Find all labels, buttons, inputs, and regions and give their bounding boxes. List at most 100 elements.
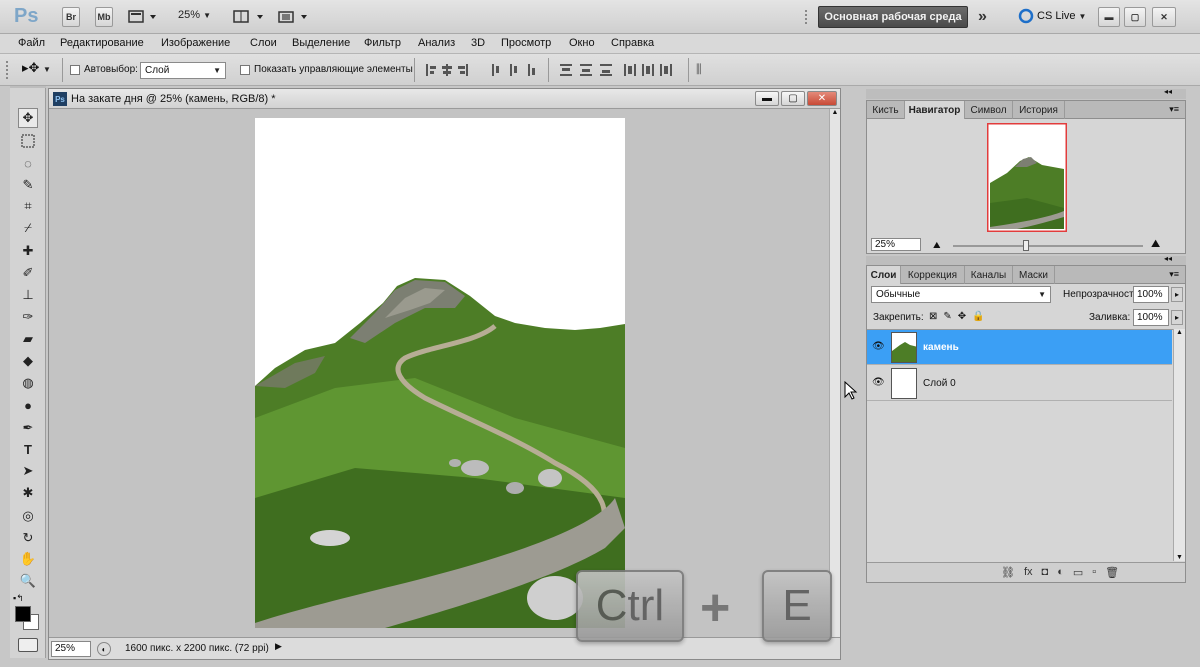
autoselect-checkbox[interactable] xyxy=(70,64,80,75)
panel-menu-icon[interactable]: ▾≡ xyxy=(1169,269,1179,280)
status-info-icon[interactable]: ◐ xyxy=(97,642,111,656)
blur-tool-icon[interactable]: ◍ xyxy=(18,373,38,393)
doc-zoom-field[interactable]: 25% xyxy=(51,641,91,657)
eraser-tool-icon[interactable]: ▰ xyxy=(18,329,38,349)
brush-tool-icon[interactable]: ✐ xyxy=(18,263,38,283)
type-tool-icon[interactable]: T xyxy=(18,439,38,459)
link-layers-icon[interactable]: ⛓ xyxy=(1001,566,1015,579)
zoom-level-select[interactable]: 25% ▼ xyxy=(178,9,211,21)
healing-brush-tool-icon[interactable]: ✚ xyxy=(18,241,38,261)
collapse-panels-icon[interactable]: ◂◂ xyxy=(1164,254,1172,263)
tab-character[interactable]: Символ xyxy=(965,101,1013,119)
zoom-tool-icon[interactable]: 🔍 xyxy=(18,571,38,591)
close-app-button[interactable]: ✕ xyxy=(1152,7,1176,27)
fill-field[interactable]: 100% xyxy=(1133,309,1169,326)
visibility-eye-icon[interactable]: 👁 xyxy=(872,341,886,353)
tab-channels[interactable]: Каналы xyxy=(965,266,1013,284)
visibility-eye-icon[interactable]: 👁 xyxy=(872,377,886,389)
layer-row-layer0[interactable]: 👁 Слой 0 xyxy=(867,366,1172,401)
menu-file[interactable]: Файл xyxy=(18,37,45,49)
tab-layers[interactable]: Слои xyxy=(867,266,901,284)
menu-view[interactable]: Просмотр xyxy=(501,37,551,49)
tab-navigator[interactable]: Навигатор xyxy=(905,101,965,119)
mini-bridge-button[interactable]: Mb xyxy=(95,7,113,27)
show-transform-controls-checkbox[interactable] xyxy=(240,64,250,75)
navigator-preview[interactable] xyxy=(987,123,1067,232)
menu-select[interactable]: Выделение xyxy=(292,37,350,49)
menu-filter[interactable]: Фильтр xyxy=(364,37,401,49)
menu-window[interactable]: Окно xyxy=(569,37,595,49)
maximize-app-button[interactable]: ▢ xyxy=(1124,7,1146,27)
lasso-tool-icon[interactable]: ◌ xyxy=(18,153,38,173)
quick-mask-icon[interactable] xyxy=(18,638,38,652)
lock-all-icon[interactable]: 🔒 xyxy=(972,311,984,322)
add-mask-icon[interactable]: ◘ xyxy=(1042,566,1049,579)
path-selection-tool-icon[interactable]: ➤ xyxy=(18,461,38,481)
tab-masks[interactable]: Маски xyxy=(1013,266,1055,284)
opacity-field[interactable]: 100% xyxy=(1133,286,1169,303)
lock-pixels-icon[interactable]: ✎ xyxy=(943,311,951,322)
menu-analysis[interactable]: Анализ xyxy=(418,37,455,49)
dodge-tool-icon[interactable]: ● xyxy=(18,395,38,415)
navigator-zoom-field[interactable]: 25% xyxy=(871,238,921,251)
image-canvas[interactable] xyxy=(255,118,625,628)
foreground-color-swatch[interactable] xyxy=(15,606,31,622)
menu-edit[interactable]: Редактирование xyxy=(60,37,144,49)
status-menu-arrow-icon[interactable]: ▶ xyxy=(275,641,287,657)
opacity-slider-arrow-icon[interactable]: ▸ xyxy=(1171,287,1183,302)
canvas-area[interactable] xyxy=(49,109,858,637)
minimize-app-button[interactable]: ▬ xyxy=(1098,7,1120,27)
tab-adjustments[interactable]: Коррекция xyxy=(901,266,965,284)
panel-menu-icon[interactable]: ▾≡ xyxy=(1169,104,1179,115)
more-workspaces-icon[interactable]: » xyxy=(978,8,987,26)
menu-3d[interactable]: 3D xyxy=(471,37,485,49)
align-distribute-buttons[interactable] xyxy=(424,62,694,78)
new-layer-icon[interactable]: ▫ xyxy=(1092,566,1096,579)
lock-transparency-icon[interactable]: ⊠ xyxy=(929,311,937,322)
move-tool-icon[interactable]: ✥ xyxy=(18,108,38,128)
clone-stamp-tool-icon[interactable]: ⊥ xyxy=(18,285,38,305)
menu-help[interactable]: Справка xyxy=(611,37,654,49)
new-adjustment-layer-icon[interactable]: ◐ xyxy=(1057,566,1064,579)
doc-maximize-button[interactable]: ▢ xyxy=(781,91,805,106)
hand-tool-icon[interactable]: ✋ xyxy=(18,549,38,569)
zoom-in-icon[interactable]: ⛰ xyxy=(1151,238,1160,251)
layer-row-stone[interactable]: 👁 камень xyxy=(867,330,1172,365)
zoom-slider-handle[interactable] xyxy=(1023,240,1029,251)
quick-selection-tool-icon[interactable]: ✎ xyxy=(18,175,38,195)
doc-close-button[interactable]: ✕ xyxy=(807,91,837,106)
vertical-scrollbar[interactable]: ▲ xyxy=(829,109,840,637)
menu-image[interactable]: Изображение xyxy=(161,37,230,49)
new-group-icon[interactable]: ▭ xyxy=(1073,566,1083,579)
delete-layer-icon[interactable]: 🗑 xyxy=(1105,566,1119,579)
autoselect-target-select[interactable]: Слой ▼ xyxy=(140,62,226,79)
3d-orbit-tool-icon[interactable]: ↻ xyxy=(18,528,38,548)
scroll-up-icon[interactable]: ▲ xyxy=(830,109,840,116)
view-extras-button[interactable] xyxy=(128,9,158,25)
arrange-documents-button[interactable] xyxy=(233,9,267,25)
blend-mode-select[interactable]: Обычные ▼ xyxy=(871,286,1051,303)
layer-style-icon[interactable]: fx xyxy=(1024,566,1033,579)
lock-position-icon[interactable]: ✥ xyxy=(958,311,966,322)
tab-history[interactable]: История xyxy=(1013,101,1065,119)
custom-shape-tool-icon[interactable]: ✱ xyxy=(18,483,38,503)
marquee-tool-icon[interactable] xyxy=(18,131,38,151)
eyedropper-tool-icon[interactable]: ⌿ xyxy=(18,218,38,238)
scroll-down-icon[interactable]: ▼ xyxy=(1174,554,1185,561)
screen-mode-button[interactable] xyxy=(277,9,311,25)
workspace-switcher-button[interactable]: Основная рабочая среда xyxy=(818,6,968,28)
history-brush-tool-icon[interactable]: ✑ xyxy=(18,307,38,327)
tab-brush[interactable]: Кисть xyxy=(867,101,905,119)
3d-rotate-tool-icon[interactable]: ◎ xyxy=(18,506,38,526)
cs-live-menu[interactable]: CS Live ▼ xyxy=(1018,8,1086,24)
default-colors-icon[interactable]: ▪↰ xyxy=(13,593,24,604)
doc-minimize-button[interactable]: ▬ xyxy=(755,91,779,106)
layers-scrollbar[interactable]: ▲ ▼ xyxy=(1173,329,1185,561)
tool-preset-picker[interactable]: ▸✥ ▼ xyxy=(22,60,58,80)
paint-bucket-tool-icon[interactable]: ◆ xyxy=(18,351,38,371)
collapse-panels-icon[interactable]: ◂◂ xyxy=(1164,87,1172,96)
auto-align-icon[interactable]: ⫼ xyxy=(696,62,712,78)
zoom-out-icon[interactable]: ⛰ xyxy=(933,240,941,251)
fill-slider-arrow-icon[interactable]: ▸ xyxy=(1171,310,1183,325)
scroll-up-icon[interactable]: ▲ xyxy=(1174,329,1185,336)
